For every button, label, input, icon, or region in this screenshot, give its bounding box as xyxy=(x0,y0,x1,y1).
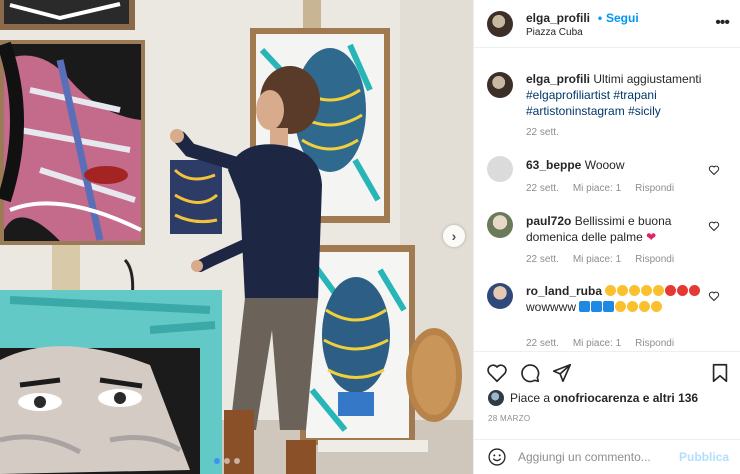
comment-meta: 22 sett. Mi piace: 1 Rispondi xyxy=(526,183,674,194)
post-date[interactable]: 28 MARZO xyxy=(488,414,530,423)
caption-author[interactable]: elga_profili xyxy=(526,72,590,86)
post-photo[interactable]: › xyxy=(0,0,473,474)
author-username[interactable]: elga_profili xyxy=(526,11,590,25)
comment-like-heart-icon[interactable] xyxy=(708,290,720,302)
post-actions: Piace a onofriocarenza e altri 136 28 MA… xyxy=(474,351,740,439)
comment: ro_land_ruba wowwww xyxy=(526,283,711,315)
commenter-avatar[interactable] xyxy=(487,283,513,309)
commenter-avatar[interactable] xyxy=(487,212,513,238)
comment-time[interactable]: 22 sett. xyxy=(526,254,559,265)
comment-likes[interactable]: Mi piace: 1 xyxy=(573,254,621,265)
comment: 63_beppe Wooow xyxy=(526,157,711,173)
heart-icon[interactable] xyxy=(486,362,508,384)
caption-meta: 22 sett. xyxy=(526,127,559,138)
likes-summary: Piace a onofriocarenza e altri 136 xyxy=(488,390,698,406)
carousel-next-arrow-icon[interactable]: › xyxy=(443,225,465,247)
likes-others[interactable]: e altri 136 xyxy=(643,391,698,405)
star-struck-emoji-icon xyxy=(665,284,701,298)
comment-like-heart-icon[interactable] xyxy=(708,220,720,232)
hashtag-link[interactable]: #trapani xyxy=(613,88,656,102)
liker-avatar[interactable] xyxy=(488,390,504,406)
comment: paul72o Bellissimi e buona domenica dell… xyxy=(526,213,711,245)
hashtag-link[interactable]: #artistoninstagram xyxy=(526,104,625,118)
thumbs-up-emoji-icon xyxy=(639,300,663,314)
comment-author[interactable]: paul72o xyxy=(526,214,571,228)
comment-like-heart-icon[interactable] xyxy=(708,164,720,176)
comment-time[interactable]: 22 sett. xyxy=(526,338,559,349)
carousel-dots xyxy=(214,458,240,464)
comment-likes[interactable]: Mi piace: 1 xyxy=(573,338,621,349)
follow-separator: • xyxy=(597,11,603,25)
hashtag-link[interactable]: #sicily xyxy=(628,104,661,118)
comment-meta: 22 sett. Mi piace: 1 Rispondi xyxy=(526,338,674,349)
ok-hand-emoji-icon xyxy=(615,300,639,314)
emoji-smiley-icon[interactable] xyxy=(487,447,507,467)
publish-button[interactable]: Pubblica xyxy=(679,450,729,464)
carousel-dot-3 xyxy=(234,458,240,464)
reply-button[interactable]: Rispondi xyxy=(635,254,674,265)
bookmark-icon[interactable] xyxy=(709,362,731,384)
caption-author-avatar[interactable] xyxy=(487,72,513,98)
hashtag-link[interactable]: #elgaprofiliartist xyxy=(526,88,610,102)
comment-text: Wooow xyxy=(584,158,625,172)
down-arrow-emoji-icon xyxy=(579,300,615,314)
comment-meta: 22 sett. Mi piace: 1 Rispondi xyxy=(526,254,674,265)
add-comment-bar: Pubblica xyxy=(474,439,740,474)
post-header: elga_profili • Segui Piazza Cuba ••• xyxy=(474,0,740,48)
carousel-dot-1 xyxy=(214,458,220,464)
comment-time[interactable]: 22 sett. xyxy=(526,183,559,194)
comment-author[interactable]: ro_land_ruba xyxy=(526,284,602,298)
post-side-panel: elga_profili • Segui Piazza Cuba ••• elg… xyxy=(473,0,740,474)
reply-button[interactable]: Rispondi xyxy=(635,338,674,349)
studio-scene-illustration xyxy=(0,0,473,474)
red-heart-emoji-icon: ❤ xyxy=(646,230,657,244)
comment-likes[interactable]: Mi piace: 1 xyxy=(573,183,621,194)
comment-text: wowwww xyxy=(526,300,577,314)
comment-bubble-icon[interactable] xyxy=(519,362,541,384)
caption-time[interactable]: 22 sett. xyxy=(526,127,559,138)
reply-button[interactable]: Rispondi xyxy=(635,183,674,194)
carousel-dot-2 xyxy=(224,458,230,464)
clapping-hands-emoji-icon xyxy=(605,284,665,298)
liker-username[interactable]: onofriocarenza xyxy=(553,391,639,405)
likes-prefix: Piace a xyxy=(510,391,551,405)
instagram-post: › elga_profili • Segui Piazza Cuba ••• e… xyxy=(0,0,740,474)
more-horizontal-icon[interactable]: ••• xyxy=(715,14,730,32)
paper-plane-icon[interactable] xyxy=(551,362,573,384)
caption: elga_profili Ultimi aggiustamenti #elgap… xyxy=(526,71,726,119)
comment-input[interactable] xyxy=(518,446,678,468)
author-avatar[interactable] xyxy=(487,11,513,37)
caption-text: Ultimi aggiustamenti xyxy=(593,72,702,86)
commenter-avatar[interactable] xyxy=(487,156,513,182)
post-location[interactable]: Piazza Cuba xyxy=(526,27,583,38)
follow-button[interactable]: Segui xyxy=(606,11,639,25)
comment-author[interactable]: 63_beppe xyxy=(526,158,581,172)
